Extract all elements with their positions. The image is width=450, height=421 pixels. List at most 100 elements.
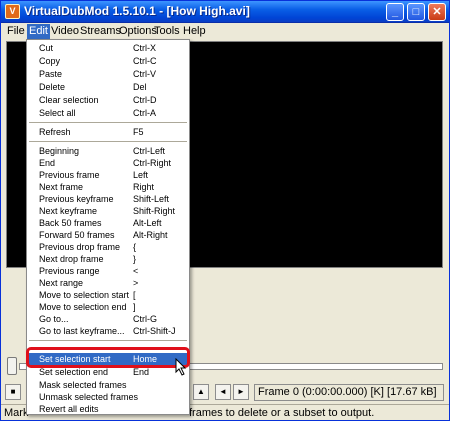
menu-bar: File Edit Video Streams Options Tools He… [1,23,449,40]
menu-clear-selection[interactable]: Clear selection Ctrl-D [27,94,189,106]
menu-mask-selected-frames[interactable]: Mask selected frames [27,379,189,391]
menu-shortcut: [ [133,290,136,300]
menu-label: Forward 50 frames [39,230,115,240]
menu-shortcut: Alt-Right [133,230,168,240]
mark-in-button[interactable]: ◄ [215,384,231,400]
menu-next-keyframe[interactable]: Next keyframe Shift-Right [27,205,189,217]
menu-separator [29,141,187,142]
menu-label: End [39,158,56,168]
app-window: V VirtualDubMod 1.5.10.1 - [How High.avi… [0,0,450,421]
menu-tools[interactable]: Tools [152,24,182,39]
menu-forward-50-frames[interactable]: Forward 50 frames Alt-Right [27,229,189,241]
status-left-text: Mark [4,407,29,419]
menu-shortcut: Ctrl-V [133,69,156,79]
menu-next-drop-frame[interactable]: Next drop frame} [27,253,189,265]
menu-go-to[interactable]: Go to... Ctrl-G [27,313,189,325]
menu-shortcut: Ctrl-X [133,43,156,53]
menu-shortcut: < [133,266,139,276]
menu-label: Go to last keyframe... [39,326,125,336]
menu-label: Next range [39,278,84,288]
menu-shortcut: > [133,278,139,288]
menu-move-to-selection-start[interactable]: Move to selection start[ [27,289,189,301]
menu-label: Delete [39,82,66,92]
menu-move-to-selection-end[interactable]: Move to selection end] [27,301,189,313]
menu-copy[interactable]: Copy Ctrl-C [27,55,189,67]
menu-end[interactable]: End Ctrl-Right [27,157,189,169]
menu-label: Move to selection start [39,290,130,300]
menu-previous-frame[interactable]: Previous frame Left [27,169,189,181]
menu-label: Mask selected frames [39,380,127,390]
menu-shortcut: Ctrl-Right [133,158,172,168]
menu-label: Beginning [39,146,80,156]
menu-shortcut: Ctrl-Shift-J [133,326,176,336]
menu-select-all[interactable]: Select all Ctrl-A [27,107,189,119]
menu-edit[interactable]: Edit [27,24,50,39]
menu-help[interactable]: Help [181,24,208,39]
menu-label: Select all [39,108,76,118]
menu-shortcut: Right [133,182,155,192]
menu-shortcut: ] [133,302,136,312]
menu-previous-range[interactable]: Previous range < [27,265,189,277]
menu-separator [29,122,187,123]
menu-label: Previous drop frame [39,242,121,252]
close-button[interactable]: ✕ [428,3,446,21]
position-slider-thumb[interactable] [7,357,17,375]
menu-label: Move to selection end [39,302,127,312]
minimize-button[interactable]: _ [386,3,404,21]
menu-unmask-selected-frames[interactable]: Unmask selected frames [27,391,189,403]
menu-shortcut: Ctrl-G [133,314,157,324]
menu-previous-drop-frame[interactable]: Previous drop frame { [27,241,189,253]
menu-label: Previous range [39,266,100,276]
menu-label: Copy [39,56,61,66]
menu-shortcut: Ctrl-Left [133,146,166,156]
app-icon: V [5,4,20,19]
window-title: VirtualDubMod 1.5.10.1 - [How High.avi] [24,4,250,18]
menu-label: Go to... [39,314,69,324]
menu-go-to-last-keyframe[interactable]: Go to last keyframe... Ctrl-Shift-J [27,325,189,337]
status-right-text: frames to delete or a subset to output. [189,407,375,419]
menu-label: Previous frame [39,170,100,180]
menu-shortcut: Shift-Left [133,194,170,204]
menu-revert-all-edits[interactable]: Revert all edits [27,403,189,415]
menu-video[interactable]: Video [49,24,81,39]
menu-shortcut: Ctrl-C [133,56,157,66]
menu-label: Next drop frame [39,254,104,264]
menu-next-range[interactable]: Next range > [27,277,189,289]
menu-label: Revert all edits [39,404,99,414]
stop-button[interactable]: ■ [5,384,21,400]
scene-icon[interactable]: ▲ [193,384,209,400]
menu-shortcut: Del [133,82,147,92]
menu-shortcut: Left [133,170,149,180]
menu-label: Clear selection [39,95,99,105]
menu-shortcut: Alt-Left [133,218,162,228]
mark-out-button[interactable]: ► [233,384,249,400]
menu-label: Back 50 frames [39,218,102,228]
menu-previous-keyframe[interactable]: Previous keyframe Shift-Left [27,193,189,205]
menu-delete[interactable]: Delete Del [27,81,189,93]
menu-cut[interactable]: Cut Ctrl-X [27,42,189,54]
menu-label: Next frame [39,182,84,192]
title-bar[interactable]: V VirtualDubMod 1.5.10.1 - [How High.avi… [1,1,449,23]
maximize-button[interactable]: □ [407,3,425,21]
menu-label: Cut [39,43,54,53]
menu-label: Refresh [39,127,71,137]
menu-refresh[interactable]: Refresh F5 [27,126,189,138]
menu-paste[interactable]: Paste Ctrl-V [27,68,189,80]
mouse-cursor-icon [175,358,187,376]
menu-file[interactable]: File [5,24,27,39]
menu-back-50-frames[interactable]: Back 50 frames Alt-Left [27,217,189,229]
callout-highlight-box [26,347,190,368]
menu-shortcut: F5 [133,127,144,137]
menu-label: Previous keyframe [39,194,114,204]
menu-next-frame[interactable]: Next frame Right [27,181,189,193]
menu-label: Unmask selected frames [39,392,139,402]
menu-shortcut: Shift-Right [133,206,176,216]
menu-beginning[interactable]: Beginning Ctrl-Left [27,145,189,157]
menu-shortcut: Ctrl-A [133,108,156,118]
menu-separator [29,340,187,341]
frame-readout: Frame 0 (0:00:00.000) [K] [17.67 kB] [254,384,444,401]
menu-shortcut: Ctrl-D [133,95,157,105]
menu-shortcut: } [133,254,137,264]
menu-label: Next keyframe [39,206,98,216]
menu-shortcut: { [133,242,137,252]
